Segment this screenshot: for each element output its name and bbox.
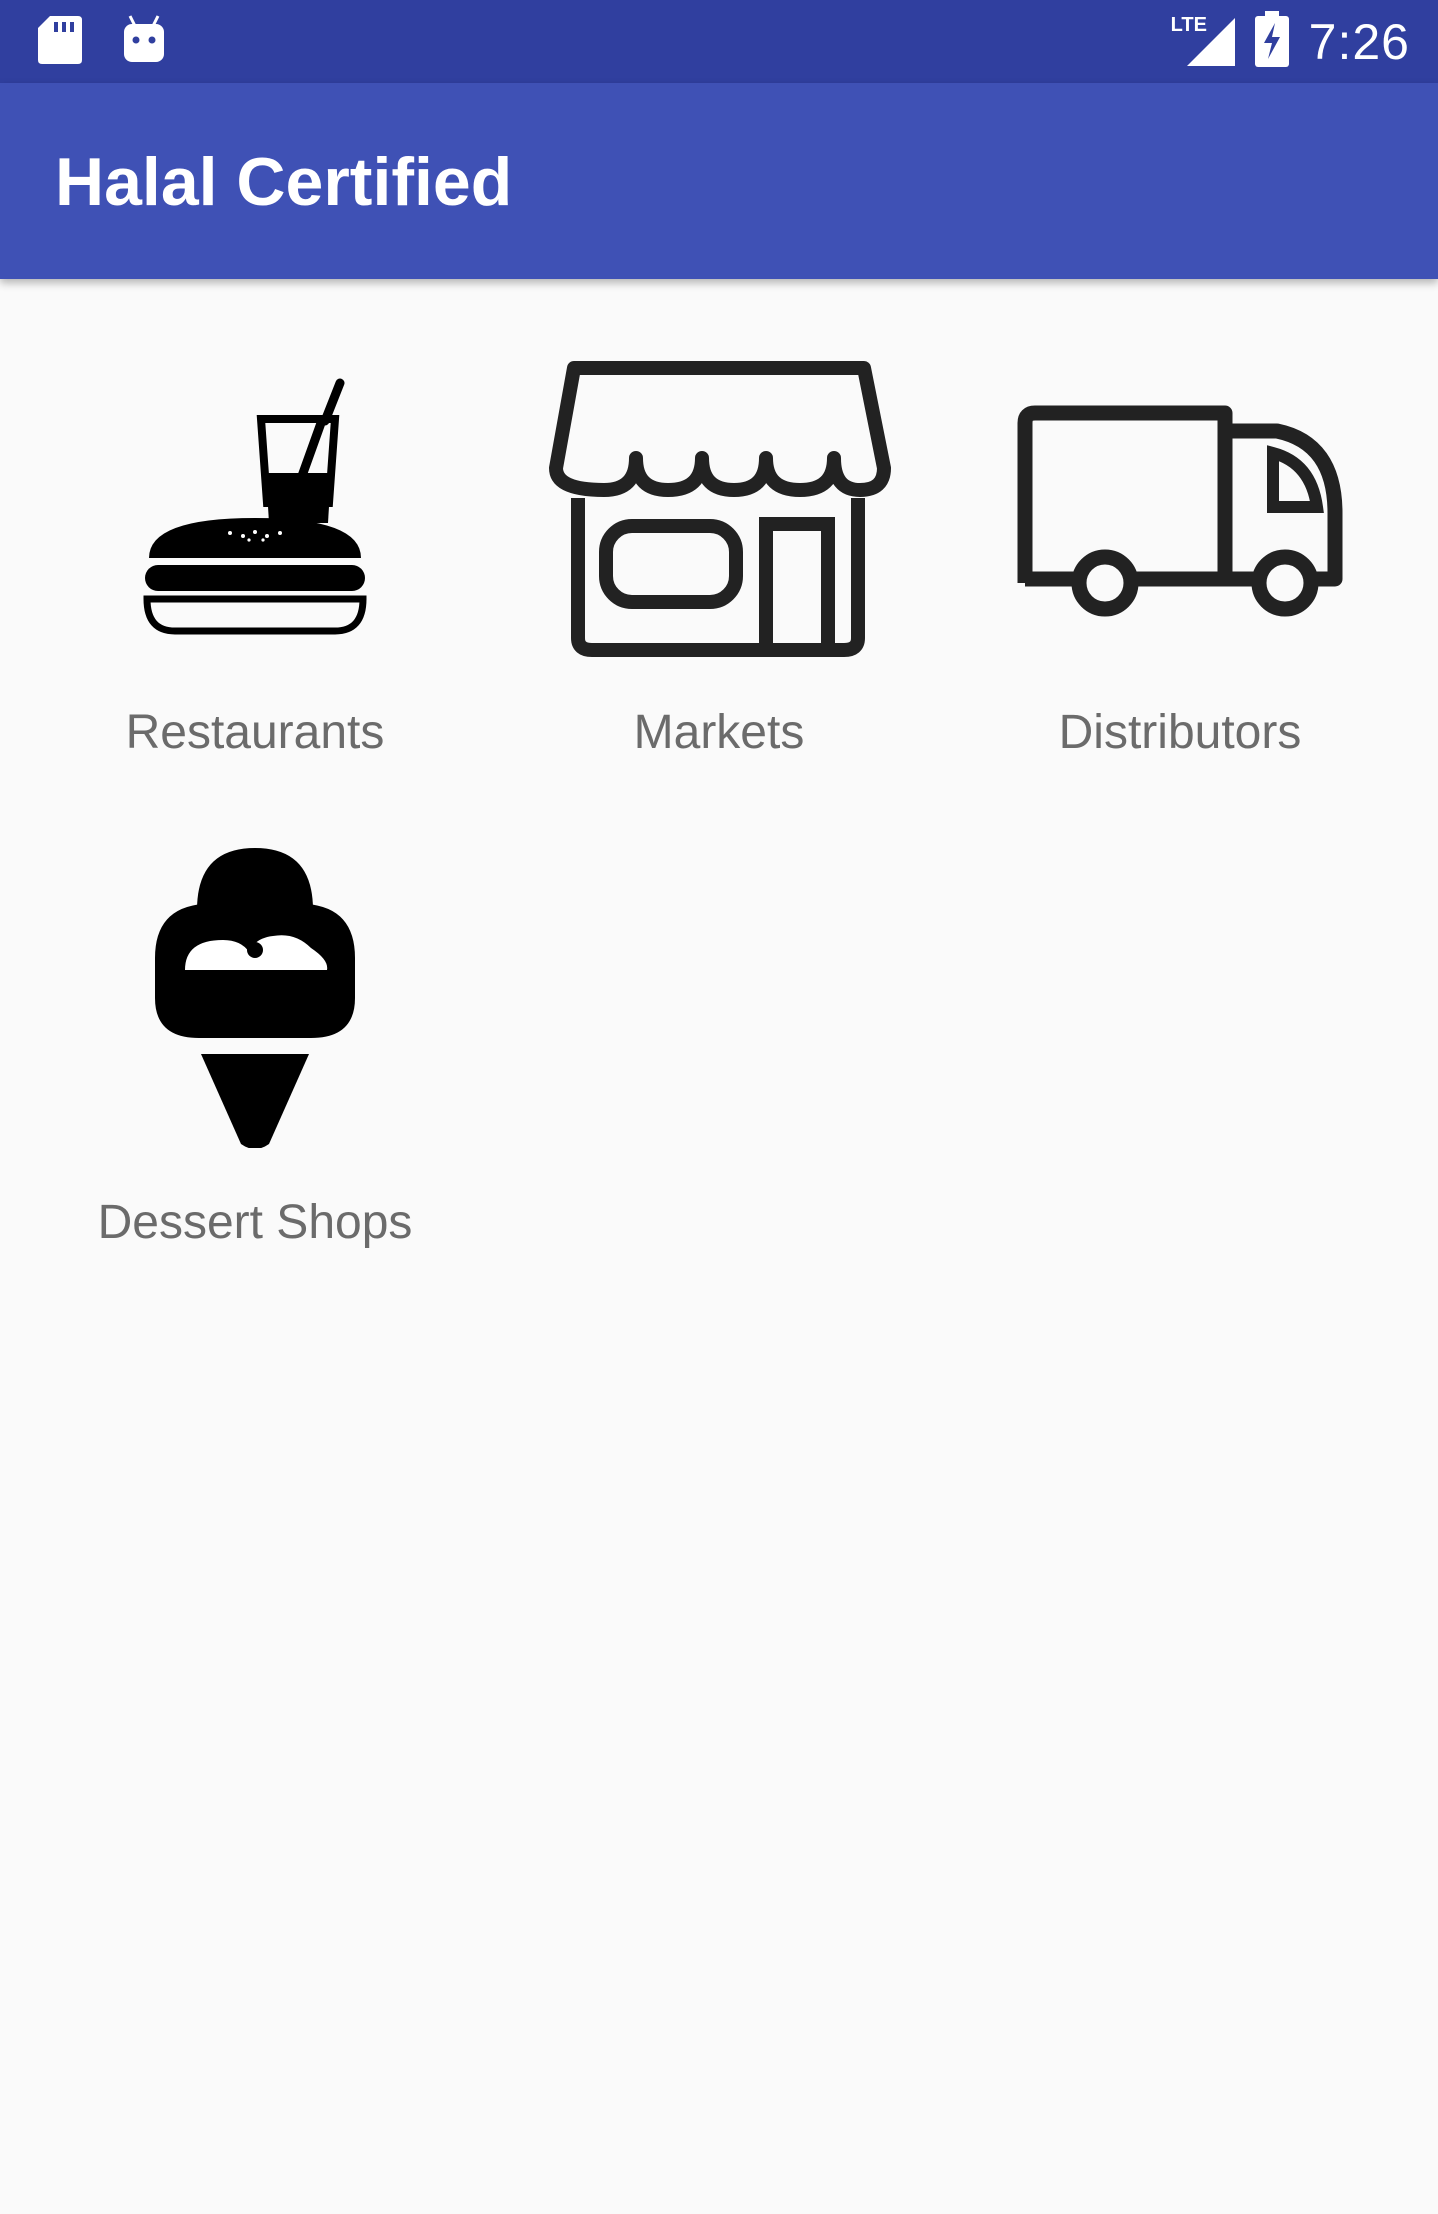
category-distributors[interactable]: Distributors [940, 340, 1420, 780]
status-bar-left [38, 14, 166, 71]
app-bar: Halal Certified [0, 83, 1438, 279]
app-title: Halal Certified [55, 144, 513, 220]
category-restaurants[interactable]: Restaurants [15, 340, 495, 780]
category-label: Markets [633, 706, 805, 759]
category-markets[interactable]: Markets [479, 340, 959, 780]
clock: 7:26 [1308, 13, 1410, 70]
status-bar: LTE 7:26 [0, 0, 1438, 83]
storefront-icon [544, 358, 894, 663]
ice-cream-icon [145, 847, 365, 1153]
category-icon-wrap [15, 830, 495, 1170]
burger-drink-icon [135, 373, 375, 648]
category-label: Dessert Shops [97, 1196, 413, 1249]
sd-card-icon [38, 14, 82, 71]
category-icon-wrap [15, 340, 495, 680]
category-icon-wrap [479, 340, 959, 680]
signal-icon: LTE [1171, 14, 1235, 70]
android-icon [122, 14, 166, 71]
battery-charging-icon [1254, 11, 1289, 72]
category-dessert-shops[interactable]: Dessert Shops [15, 830, 495, 1270]
status-bar-right: LTE 7:26 [1171, 0, 1410, 83]
category-label: Restaurants [125, 706, 385, 759]
category-label: Distributors [1058, 706, 1302, 759]
category-icon-wrap [940, 340, 1420, 680]
delivery-truck-icon [1015, 383, 1345, 638]
network-type: LTE [1170, 13, 1207, 36]
